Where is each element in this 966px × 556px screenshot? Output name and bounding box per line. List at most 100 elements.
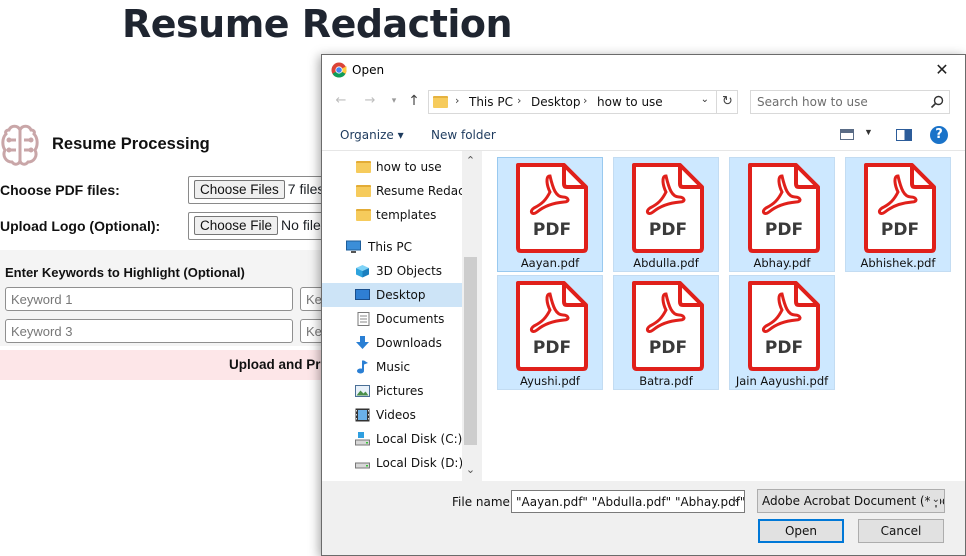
file-item-batra[interactable]: PDF Batra.pdf [613,275,719,390]
file-type-select[interactable]: Adobe Acrobat Document (*.pdf) ⌄ [757,489,945,513]
organize-button[interactable]: Organize ▾ [340,128,404,142]
desktop-icon [355,289,370,300]
breadcrumb-desktop[interactable]: Desktop [531,95,581,109]
open-file-dialog: Open ✕ ← → ▾ ↑ › This PC › Desktop › how… [321,54,966,556]
file-name: Jain Aayushi.pdf [735,374,829,388]
address-bar[interactable]: › This PC › Desktop › how to use ⌄ [428,90,738,114]
new-folder-button[interactable]: New folder [431,128,496,142]
pdf-label: PDF [533,220,571,240]
breadcrumb-this-pc[interactable]: This PC [469,95,513,109]
scrollbar-thumb[interactable] [464,257,477,445]
sidebar-item-downloads[interactable]: Downloads [322,331,462,355]
sidebar-item-label: Local Disk (D:) [376,456,462,470]
forward-arrow-icon[interactable]: → [360,91,380,111]
file-item-aayan[interactable]: PDF Aayan.pdf [497,157,603,272]
file-type-value: Adobe Acrobat Document (*.pdf) [762,494,945,508]
pdf-file-icon: PDF [516,163,588,253]
sidebar-item-videos[interactable]: Videos [322,403,462,427]
file-item-jain-aayushi[interactable]: PDF Jain Aayushi.pdf [729,275,835,390]
sidebar-scrollbar[interactable]: ⌃ ⌄ [462,151,479,481]
pictures-icon [355,385,370,397]
chevron-right-icon[interactable]: › [583,94,587,107]
file-name-value: "Aayan.pdf" "Abdulla.pdf" "Abhay.pdf" [516,495,745,509]
upload-logo-label: Upload Logo (Optional): [0,218,161,234]
breadcrumb-how-to-use[interactable]: how to use [597,95,663,109]
sidebar-item-label: Documents [376,312,445,326]
chrome-icon [331,62,347,78]
sidebar-item-resume-redactor[interactable]: Resume Redacto [322,179,462,203]
dialog-title: Open [352,63,385,77]
sidebar-item-how-to-use[interactable]: how to use [322,155,462,179]
sidebar-item-label: 3D Objects [376,264,443,278]
keywords-heading: Enter Keywords to Highlight (Optional) [5,265,245,280]
recent-dropdown-icon[interactable]: ▾ [384,91,404,111]
file-item-abhay[interactable]: PDF Abhay.pdf [729,157,835,272]
sidebar-item-documents[interactable]: Documents [322,307,462,331]
help-icon[interactable]: ? [930,126,948,144]
sidebar-item-label: Downloads [376,336,442,350]
file-name: Abdulla.pdf [633,256,699,270]
sidebar-item-this-pc[interactable]: This PC [322,235,462,259]
sidebar-item-local-disk-d[interactable]: Local Disk (D:) [322,451,462,475]
file-item-abhishek[interactable]: PDF Abhishek.pdf [845,157,951,272]
choose-files-button[interactable]: Choose Files [194,180,285,199]
preview-pane-icon[interactable] [896,129,912,141]
sidebar-item-templates[interactable]: templates [322,203,462,227]
cancel-button[interactable]: Cancel [858,519,944,543]
chevron-down-icon[interactable]: ▼ [864,127,873,137]
pdf-file-icon: PDF [516,281,588,371]
pdf-label: PDF [765,338,803,358]
logo-file-input[interactable]: Choose File No file c [188,212,338,240]
open-button[interactable]: Open [758,519,844,543]
pdf-label: PDF [533,338,571,358]
pdf-file-input[interactable]: Choose Files 7 files [188,176,338,204]
file-list: PDF Aayan.pdf PDF Abdulla.pdf PDF Abhay.… [482,151,965,481]
keyword-3-input[interactable] [5,319,293,343]
view-options-icon[interactable] [840,129,854,140]
disk-icon [355,432,370,446]
sidebar-item-label: Videos [376,408,416,422]
chevron-down-icon[interactable]: ⌄ [462,461,479,478]
file-item-ayushi[interactable]: PDF Ayushi.pdf [497,275,603,390]
folder-icon [356,161,371,173]
file-name-label: File name: [452,495,514,509]
close-icon[interactable]: ✕ [919,55,965,85]
navigation-bar: ← → ▾ ↑ › This PC › Desktop › how to use… [322,85,965,119]
sidebar-item-3d-objects[interactable]: 3D Objects [322,259,462,283]
choose-file-button[interactable]: Choose File [194,216,279,235]
chevron-down-icon[interactable]: ⌄ [733,494,741,505]
back-arrow-icon[interactable]: ← [331,91,351,111]
file-name: Aayan.pdf [520,256,580,270]
keyword-1-input[interactable] [5,287,293,311]
sidebar-item-label: Desktop [376,288,426,302]
pdf-label: PDF [649,338,687,358]
documents-icon [357,312,370,326]
chevron-down-icon[interactable]: ⌄ [701,94,709,105]
sidebar-item-music[interactable]: Music [322,355,462,379]
dialog-titlebar: Open ✕ [322,55,965,85]
pdf-file-icon: PDF [632,163,704,253]
disk-icon [355,462,370,469]
sidebar-item-pictures[interactable]: Pictures [322,379,462,403]
sidebar-item-label: Pictures [376,384,424,398]
sidebar-item-label: Resume Redacto [376,184,462,198]
chevron-right-icon[interactable]: › [517,94,521,107]
section-title: Resume Processing [52,135,210,153]
chevron-down-icon[interactable]: ⌄ [929,494,940,505]
file-name: Batra.pdf [639,374,693,388]
cube-icon [356,265,369,278]
file-item-abdulla[interactable]: PDF Abdulla.pdf [613,157,719,272]
folder-icon [433,96,448,108]
up-arrow-icon[interactable]: ↑ [404,91,424,111]
pdf-file-icon: PDF [748,163,820,253]
choose-pdf-label: Choose PDF files: [0,182,120,198]
chevron-up-icon[interactable]: ⌃ [462,152,479,169]
file-name-input[interactable]: "Aayan.pdf" "Abdulla.pdf" "Abhay.pdf" ⌄ [511,490,745,513]
refresh-icon[interactable]: ↻ [716,91,738,113]
dialog-footer: File name: "Aayan.pdf" "Abdulla.pdf" "Ab… [322,481,965,555]
search-input[interactable]: Search how to use [750,90,950,114]
sidebar-item-desktop[interactable]: Desktop [322,283,462,307]
sidebar-item-local-disk-c[interactable]: Local Disk (C:) [322,427,462,451]
upload-button-label: Upload and Pro [229,357,329,372]
chevron-right-icon[interactable]: › [455,94,459,107]
